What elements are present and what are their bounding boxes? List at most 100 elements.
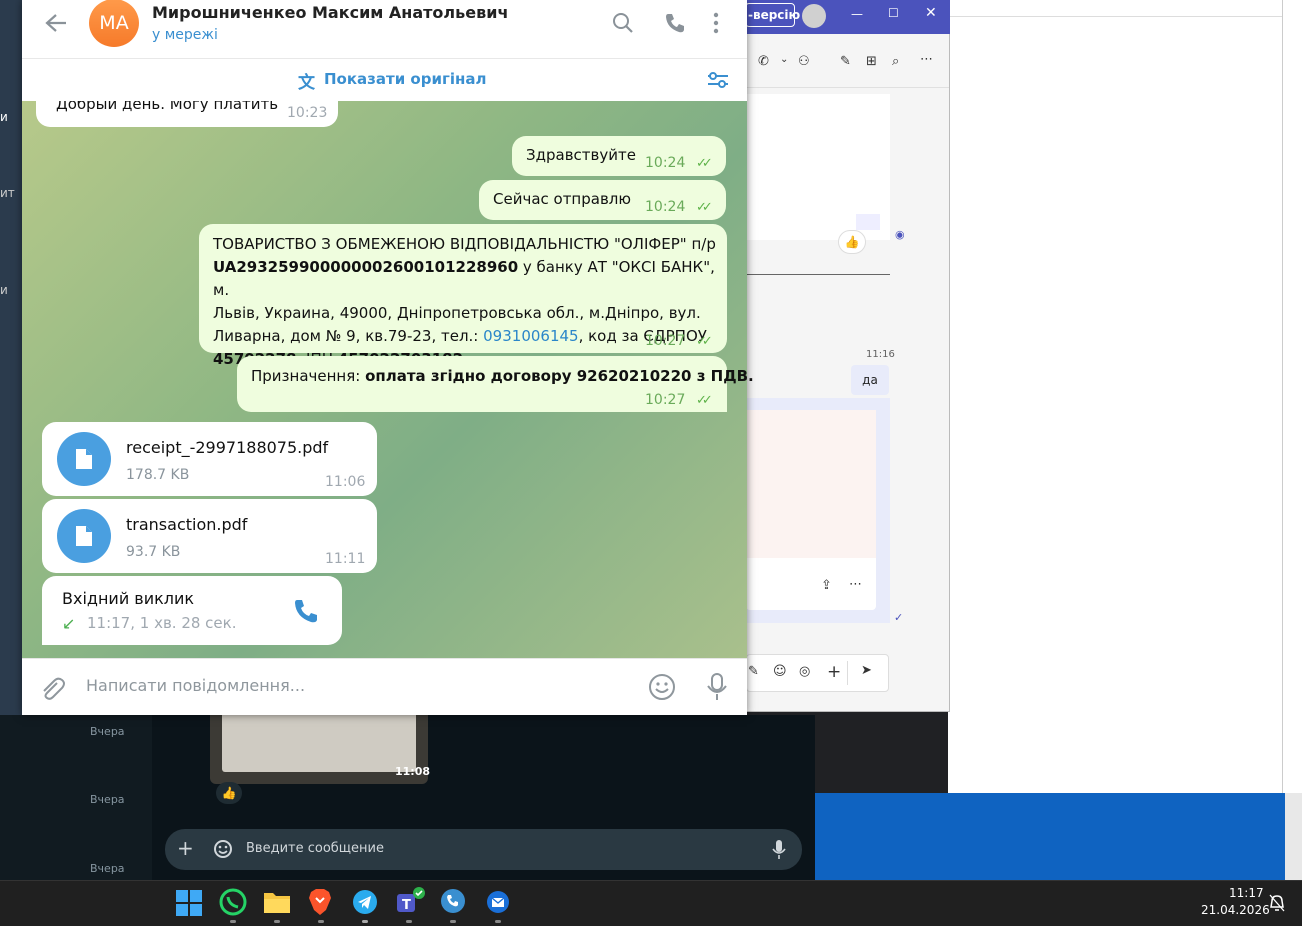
file-message[interactable]: transaction.pdf 93.7 KB 11:11 [42,499,377,573]
read-checkmarks-icon: ✓✓ [696,156,713,171]
incoming-call-arrow-icon: ↙ [62,614,76,633]
message-time: 11:08 [395,765,431,778]
teams-toolbar: ✆ ⌄ ⚇ ✎ ⊞ ⌕ ⋯ [746,34,949,88]
message-time: 11:06 [325,474,366,490]
thumbs-up-reaction[interactable]: 👍 [838,230,866,254]
clock-time[interactable]: 11:17 [1229,886,1264,900]
divider [746,274,890,275]
phone-app-icon[interactable] [440,888,466,916]
file-message[interactable]: receipt_-2997188075.pdf 178.7 KB 11:06 [42,422,377,496]
image-thumbnail[interactable] [222,712,416,772]
whatsapp-chat-list: Вчера Вчера Вчера [0,715,152,880]
send-icon[interactable]: ➤ [861,663,872,678]
emoji-icon[interactable]: ☺ [773,664,787,679]
file-explorer-icon[interactable] [263,889,291,915]
chat-date: Вчера [90,793,125,806]
share-icon[interactable]: ⇪ [821,578,832,593]
whatsapp-icon[interactable] [219,888,247,916]
running-indicator [318,920,324,923]
call-message[interactable]: Вхідний виклик ↙ 11:17, 1 хв. 28 сек. [42,576,342,645]
seen-icon: ◉ [895,228,905,241]
sidebar-fragment: ит [0,186,15,200]
message-text: Здравствуйте [526,146,636,164]
sticker-icon[interactable] [213,839,233,859]
message-time: 10:24 [645,155,686,171]
phone-icon[interactable]: ✆ [758,54,769,69]
translate-icon[interactable]: 文 [298,68,315,93]
emoji-icon[interactable] [647,672,677,702]
running-indicator [362,920,368,923]
attach-icon[interactable] [38,675,66,703]
iban: UA293259900000002600101228960 [213,258,519,276]
sidebar-fragment: и [0,283,8,297]
outgoing-message[interactable]: Здравствуйте 10:24 ✓✓ [512,136,726,176]
scrollbar[interactable] [1285,793,1302,880]
microphone-icon[interactable] [771,839,787,861]
teams-icon[interactable]: T [396,887,426,917]
file-name: receipt_-2997188075.pdf [126,438,329,457]
file-icon[interactable] [57,432,111,486]
attachment-image[interactable] [746,410,876,558]
running-indicator [230,920,236,923]
close-icon[interactable]: ✕ [925,5,937,21]
telegram-icon[interactable] [352,889,378,915]
message-time: 10:24 [645,199,686,215]
outgoing-message-purpose[interactable]: Призначення: оплата згідно договору 9262… [237,356,754,412]
delivered-icon: ✓ [894,611,904,624]
read-checkmarks-icon: ✓✓ [696,334,713,349]
call-title: Вхідний виклик [62,589,195,608]
add-people-icon[interactable]: ⚇ [798,54,810,69]
file-size: 178.7 KB [126,467,190,483]
windows-start-icon[interactable] [176,890,202,916]
chat-date: Вчера [90,725,125,738]
search-icon[interactable]: ⌕ [892,54,899,69]
edit-icon[interactable]: ✎ [840,54,851,69]
running-indicator [495,920,501,923]
background-window [948,0,1302,795]
thumbs-up-reaction[interactable]: 👍 [216,782,242,804]
more-vertical-icon[interactable] [712,12,720,34]
maximize-icon[interactable]: ☐ [888,6,899,20]
avatar[interactable] [802,4,826,28]
notification-bell-icon[interactable] [1268,893,1286,913]
format-icon[interactable]: ✎ [748,664,759,679]
file-name: transaction.pdf [126,515,248,534]
contact-status: у мережі [152,27,218,43]
more-icon[interactable]: ⋯ [849,577,862,592]
read-checkmarks-icon: ✓✓ [696,200,713,215]
divider [1282,0,1283,795]
apps-icon[interactable]: ⊞ [866,54,877,69]
translate-settings-icon[interactable] [706,69,730,91]
brave-browser-icon[interactable] [308,888,332,916]
message-time: 11:16 [866,349,895,360]
document-preview[interactable]: 👍 [746,94,890,254]
clock-date[interactable]: 21.04.2026 [1201,903,1270,917]
search-icon[interactable] [612,12,634,34]
message-text: Добрый день. Могу платить [56,101,279,113]
more-icon[interactable]: ⋯ [920,52,933,67]
loop-icon[interactable]: ◎ [799,664,810,679]
chevron-down-icon[interactable]: ⌄ [780,54,788,65]
svg-text:T: T [402,898,411,913]
teams-compose-box[interactable]: ✎ ☺ ◎ + ➤ [746,654,889,692]
call-back-phone-icon[interactable] [293,598,319,624]
outgoing-message[interactable]: Сейчас отправлю 10:24 ✓✓ [479,180,726,220]
phone-link[interactable]: 0931006145 [483,327,578,345]
plus-icon[interactable]: + [827,662,841,682]
show-original-button[interactable]: Показати оригінал [324,70,486,88]
requisites-line: , код за ЄДРПОУ [578,327,707,345]
minimize-icon[interactable]: — [851,7,863,21]
contact-name[interactable]: Мирошниченкео Максим Анатольевич [152,3,508,22]
avatar[interactable]: МА [89,0,139,47]
incoming-message[interactable]: Добрый день. Могу платить 10:23 [36,101,338,127]
microphone-icon[interactable] [706,672,728,702]
thunderbird-icon[interactable] [485,888,511,916]
divider [948,16,1282,17]
stamp-icon [856,214,880,230]
version-badge[interactable]: -версію [745,3,800,27]
outgoing-message-requisites[interactable]: ТОВАРИСТВО З ОБМЕЖЕНОЮ ВІДПОВІДАЛЬНІСТЮ … [199,224,727,368]
plus-icon[interactable]: + [177,836,194,860]
phone-icon[interactable] [664,12,686,34]
back-arrow-icon[interactable] [44,12,68,34]
file-icon[interactable] [57,509,111,563]
